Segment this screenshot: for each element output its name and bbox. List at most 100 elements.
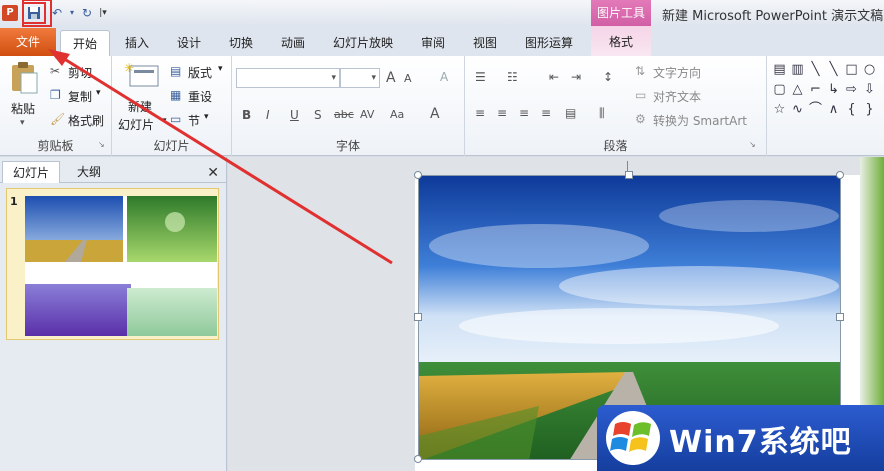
convert-smartart-button[interactable]: 转换为 SmartArt [653, 112, 747, 129]
tab-design[interactable]: 设计 [168, 30, 210, 56]
font-size-combo[interactable]: ▾ [340, 68, 380, 88]
redo-icon[interactable]: ↻ [80, 6, 94, 20]
paragraph-launcher-icon[interactable]: ↘ [749, 140, 756, 149]
decrease-indent-icon[interactable]: ⇤ [549, 70, 559, 84]
textbox-shape-icon[interactable]: ▤ [772, 62, 787, 77]
oval-shape-icon[interactable]: ○ [862, 62, 877, 77]
section-icon: ▭ [170, 112, 182, 126]
powerpoint-logo-icon[interactable]: P [2, 5, 18, 21]
ribbon: 粘贴 ▾ ✂ 剪切 ❐ 复制 ▾ 🖌 格式刷 剪贴板 ↘ ✳ 新建 幻灯片 ▾ … [0, 56, 884, 156]
section-dropdown-icon[interactable]: ▾ [204, 112, 209, 122]
tab-animations[interactable]: 动画 [272, 30, 314, 56]
star-shape-icon[interactable]: ☆ [772, 102, 787, 117]
resize-handle-right[interactable] [836, 313, 844, 321]
thumbnail-collage [25, 196, 217, 336]
undo-dropdown-icon[interactable]: ▾ [68, 6, 76, 20]
tab-review[interactable]: 审阅 [412, 30, 454, 56]
align-text-button[interactable]: 对齐文本 [653, 88, 701, 105]
justify-icon[interactable]: ≡ [541, 106, 551, 120]
new-slide-button[interactable]: ✳ 新建 幻灯片 ▾ [116, 60, 167, 132]
quick-access-toolbar: P ↶ ▾ ↻ |▾ [0, 0, 108, 26]
increase-indent-icon[interactable]: ⇥ [571, 70, 581, 84]
slides-group: ✳ 新建 幻灯片 ▾ ▤ 版式 ▾ ▦ 重设 ▭ 节 ▾ 幻灯片 [112, 56, 232, 156]
paragraph-group-label: 段落 [603, 139, 628, 153]
tab-slides[interactable]: 幻灯片 [2, 161, 60, 183]
tab-shape-ops[interactable]: 图形运算 [518, 30, 580, 56]
align-right-icon[interactable]: ≡ [519, 106, 529, 120]
brace-right-shape-icon[interactable]: } [862, 102, 877, 117]
italic-button[interactable]: I [266, 108, 270, 122]
strikethrough-button[interactable]: abc [334, 108, 354, 121]
distribute-icon[interactable]: ▤ [565, 106, 576, 120]
resize-handle-bottom-left[interactable] [414, 455, 422, 463]
new-slide-icon: ✳ [124, 61, 159, 87]
tab-format[interactable]: 格式 [591, 26, 651, 56]
align-center-icon[interactable]: ≡ [497, 106, 507, 120]
tab-file[interactable]: 文件 [0, 28, 56, 56]
curve-shape-icon[interactable]: ∧ [826, 102, 841, 117]
change-case-button[interactable]: Aa [390, 108, 404, 121]
bold-button[interactable]: B [242, 108, 251, 122]
customize-toolbar-icon[interactable]: |▾ [98, 6, 108, 20]
line-spacing-icon[interactable]: ↕ [603, 70, 613, 84]
elbow-connector-shape-icon[interactable]: ⌐ [808, 82, 823, 97]
line2-shape-icon[interactable]: ╲ [826, 62, 841, 77]
right-arrow-shape-icon[interactable]: ⇨ [844, 82, 859, 97]
align-left-icon[interactable]: ≡ [475, 106, 485, 120]
rounded-rect-shape-icon[interactable]: ▢ [772, 82, 787, 97]
shadow-button[interactable]: S [314, 108, 322, 122]
down-arrow-shape-icon[interactable]: ⇩ [862, 82, 877, 97]
section-button[interactable]: 节 [188, 112, 200, 129]
paste-icon [12, 62, 38, 94]
new-slide-dropdown-icon[interactable]: ▾ [162, 116, 167, 126]
new-slide-label-2: 幻灯片 [118, 118, 155, 132]
rectangle-shape-icon[interactable]: □ [844, 62, 859, 77]
svg-text:✳: ✳ [124, 61, 134, 75]
tab-view[interactable]: 视图 [464, 30, 506, 56]
arc-shape-icon[interactable]: ⌒ [808, 102, 823, 117]
copy-button[interactable]: 复制 [68, 88, 92, 105]
resize-handle-top-right[interactable] [836, 171, 844, 179]
undo-icon[interactable]: ↶ [50, 6, 64, 20]
layout-button[interactable]: 版式 [188, 64, 212, 81]
shrink-font-button[interactable]: A [404, 72, 412, 85]
paste-dropdown-icon[interactable]: ▾ [20, 118, 25, 128]
tab-transitions[interactable]: 切换 [220, 30, 262, 56]
clear-format-button[interactable]: A [440, 70, 448, 84]
shapes-gallery[interactable]: ▤ ▥ ╲ ╲ □ ○ ▢ △ ⌐ ↳ ⇨ ⇩ ☆ ∿ ⌒ ∧ { } [770, 62, 884, 122]
close-pane-icon[interactable]: ✕ [207, 166, 219, 180]
bullets-icon[interactable]: ☰ [475, 70, 486, 84]
save-button[interactable] [22, 2, 46, 24]
tab-slideshow[interactable]: 幻灯片放映 [326, 30, 400, 56]
grow-font-button[interactable]: A [386, 70, 396, 86]
brace-left-shape-icon[interactable]: { [844, 102, 859, 117]
layout-dropdown-icon[interactable]: ▾ [218, 64, 223, 74]
numbering-icon[interactable]: ☷ [507, 70, 518, 84]
resize-handle-top-left[interactable] [414, 171, 422, 179]
tab-outline[interactable]: 大纲 [64, 161, 114, 183]
clipboard-group-label: 剪贴板 [37, 139, 74, 153]
text-direction-button[interactable]: 文字方向 [653, 64, 701, 81]
resize-handle-left[interactable] [414, 313, 422, 321]
cut-button[interactable]: 剪切 [68, 64, 92, 81]
tab-insert[interactable]: 插入 [116, 30, 158, 56]
copy-dropdown-icon[interactable]: ▾ [96, 88, 101, 98]
vertical-textbox-shape-icon[interactable]: ▥ [790, 62, 805, 77]
format-painter-button[interactable]: 格式刷 [68, 112, 104, 129]
resize-handle-top[interactable] [625, 171, 633, 179]
triangle-shape-icon[interactable]: △ [790, 82, 805, 97]
underline-button[interactable]: U [290, 108, 299, 122]
columns-icon[interactable]: ⫼ [599, 106, 605, 121]
elbow-arrow-shape-icon[interactable]: ↳ [826, 82, 841, 97]
tab-home[interactable]: 开始 [60, 30, 110, 56]
line-shape-icon[interactable]: ╲ [808, 62, 823, 77]
paste-button[interactable]: 粘贴 ▾ [6, 60, 42, 132]
font-name-combo[interactable]: ▾ [236, 68, 340, 88]
watermark-text: Win7系统吧 [669, 425, 852, 460]
reset-button[interactable]: 重设 [188, 88, 212, 105]
wave-shape-icon[interactable]: ∿ [790, 102, 805, 117]
char-spacing-button[interactable]: AV [360, 108, 374, 121]
clipboard-launcher-icon[interactable]: ↘ [98, 140, 105, 149]
font-color-button[interactable]: A [430, 106, 440, 122]
slide-thumbnail-1[interactable]: 1 [6, 188, 219, 340]
